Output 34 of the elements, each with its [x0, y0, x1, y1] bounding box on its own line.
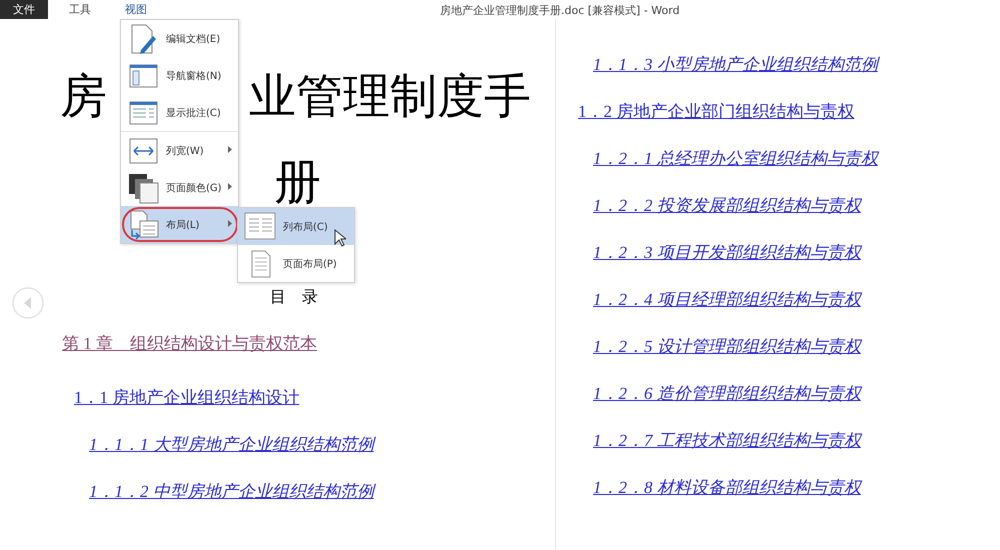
toc-link[interactable]: 1．1．2 中型房地产企业组织结构范例 [89, 480, 374, 503]
toc-link[interactable]: 1．1．1 大型房地产企业组织结构范例 [89, 433, 374, 456]
toc-link[interactable]: 1．2．2 投资发展部组织结构与责权 [593, 194, 861, 217]
toc-link[interactable]: 1．1．3 小型房地产企业组织结构范例 [593, 53, 878, 76]
toc-heading: 目 录 [270, 288, 318, 308]
toc-link[interactable]: 1．2．5 设计管理部组织结构与责权 [593, 335, 861, 358]
menu-item[interactable]: 页面布局(P) [238, 245, 354, 282]
toc-link[interactable]: 1．2．1 总经理办公室组织结构与责权 [593, 147, 878, 170]
column-layout-icon [244, 212, 277, 241]
menu-item[interactable]: 显示批注(C) [121, 94, 238, 131]
toc-link[interactable]: 1．2．3 项目开发部组织结构与责权 [593, 241, 861, 264]
toc-link[interactable]: 1．2．7 工程技术部组织结构与责权 [593, 429, 861, 452]
document-title: 业管理制度手 [249, 70, 531, 125]
toc-link[interactable]: 1．2．4 项目经理部组织结构与责权 [593, 288, 861, 311]
previous-page-icon [12, 287, 44, 319]
menu-item[interactable]: 列宽(W) [121, 131, 238, 169]
toc-link[interactable]: 1．1 房地产企业组织结构设计 [74, 386, 300, 409]
menu-item[interactable]: 页面颜色(G) [121, 169, 238, 206]
menu-item[interactable]: 编辑文档(E) [121, 20, 238, 57]
menu-item[interactable]: 布局(L) [121, 206, 238, 243]
toc-link[interactable]: 第 1 章 组织结构设计与责权范本 [62, 332, 317, 355]
toc-link[interactable]: 1．2．8 材料设备部组织结构与责权 [593, 476, 861, 499]
menu-tab[interactable]: 文件 [0, 0, 48, 19]
toc-link[interactable]: 1．2．6 造价管理部组织结构与责权 [593, 382, 861, 405]
menu-tab[interactable]: 视图 [108, 0, 164, 19]
window-title: 房地产企业管理制度手册.doc [兼容模式] - Word [440, 3, 680, 18]
document-title: 房 [60, 70, 107, 125]
mouse-cursor-icon [334, 229, 346, 247]
page-color-icon [127, 171, 160, 204]
menu-item[interactable]: 列布局(C) [238, 208, 354, 245]
menu-item[interactable]: 导航窗格(N) [121, 57, 238, 94]
menu-tab[interactable]: 工具 [52, 0, 108, 19]
toc-link[interactable]: 1．2 房地产企业部门组织结构与责权 [578, 100, 854, 123]
document-title: 册 [274, 156, 321, 211]
